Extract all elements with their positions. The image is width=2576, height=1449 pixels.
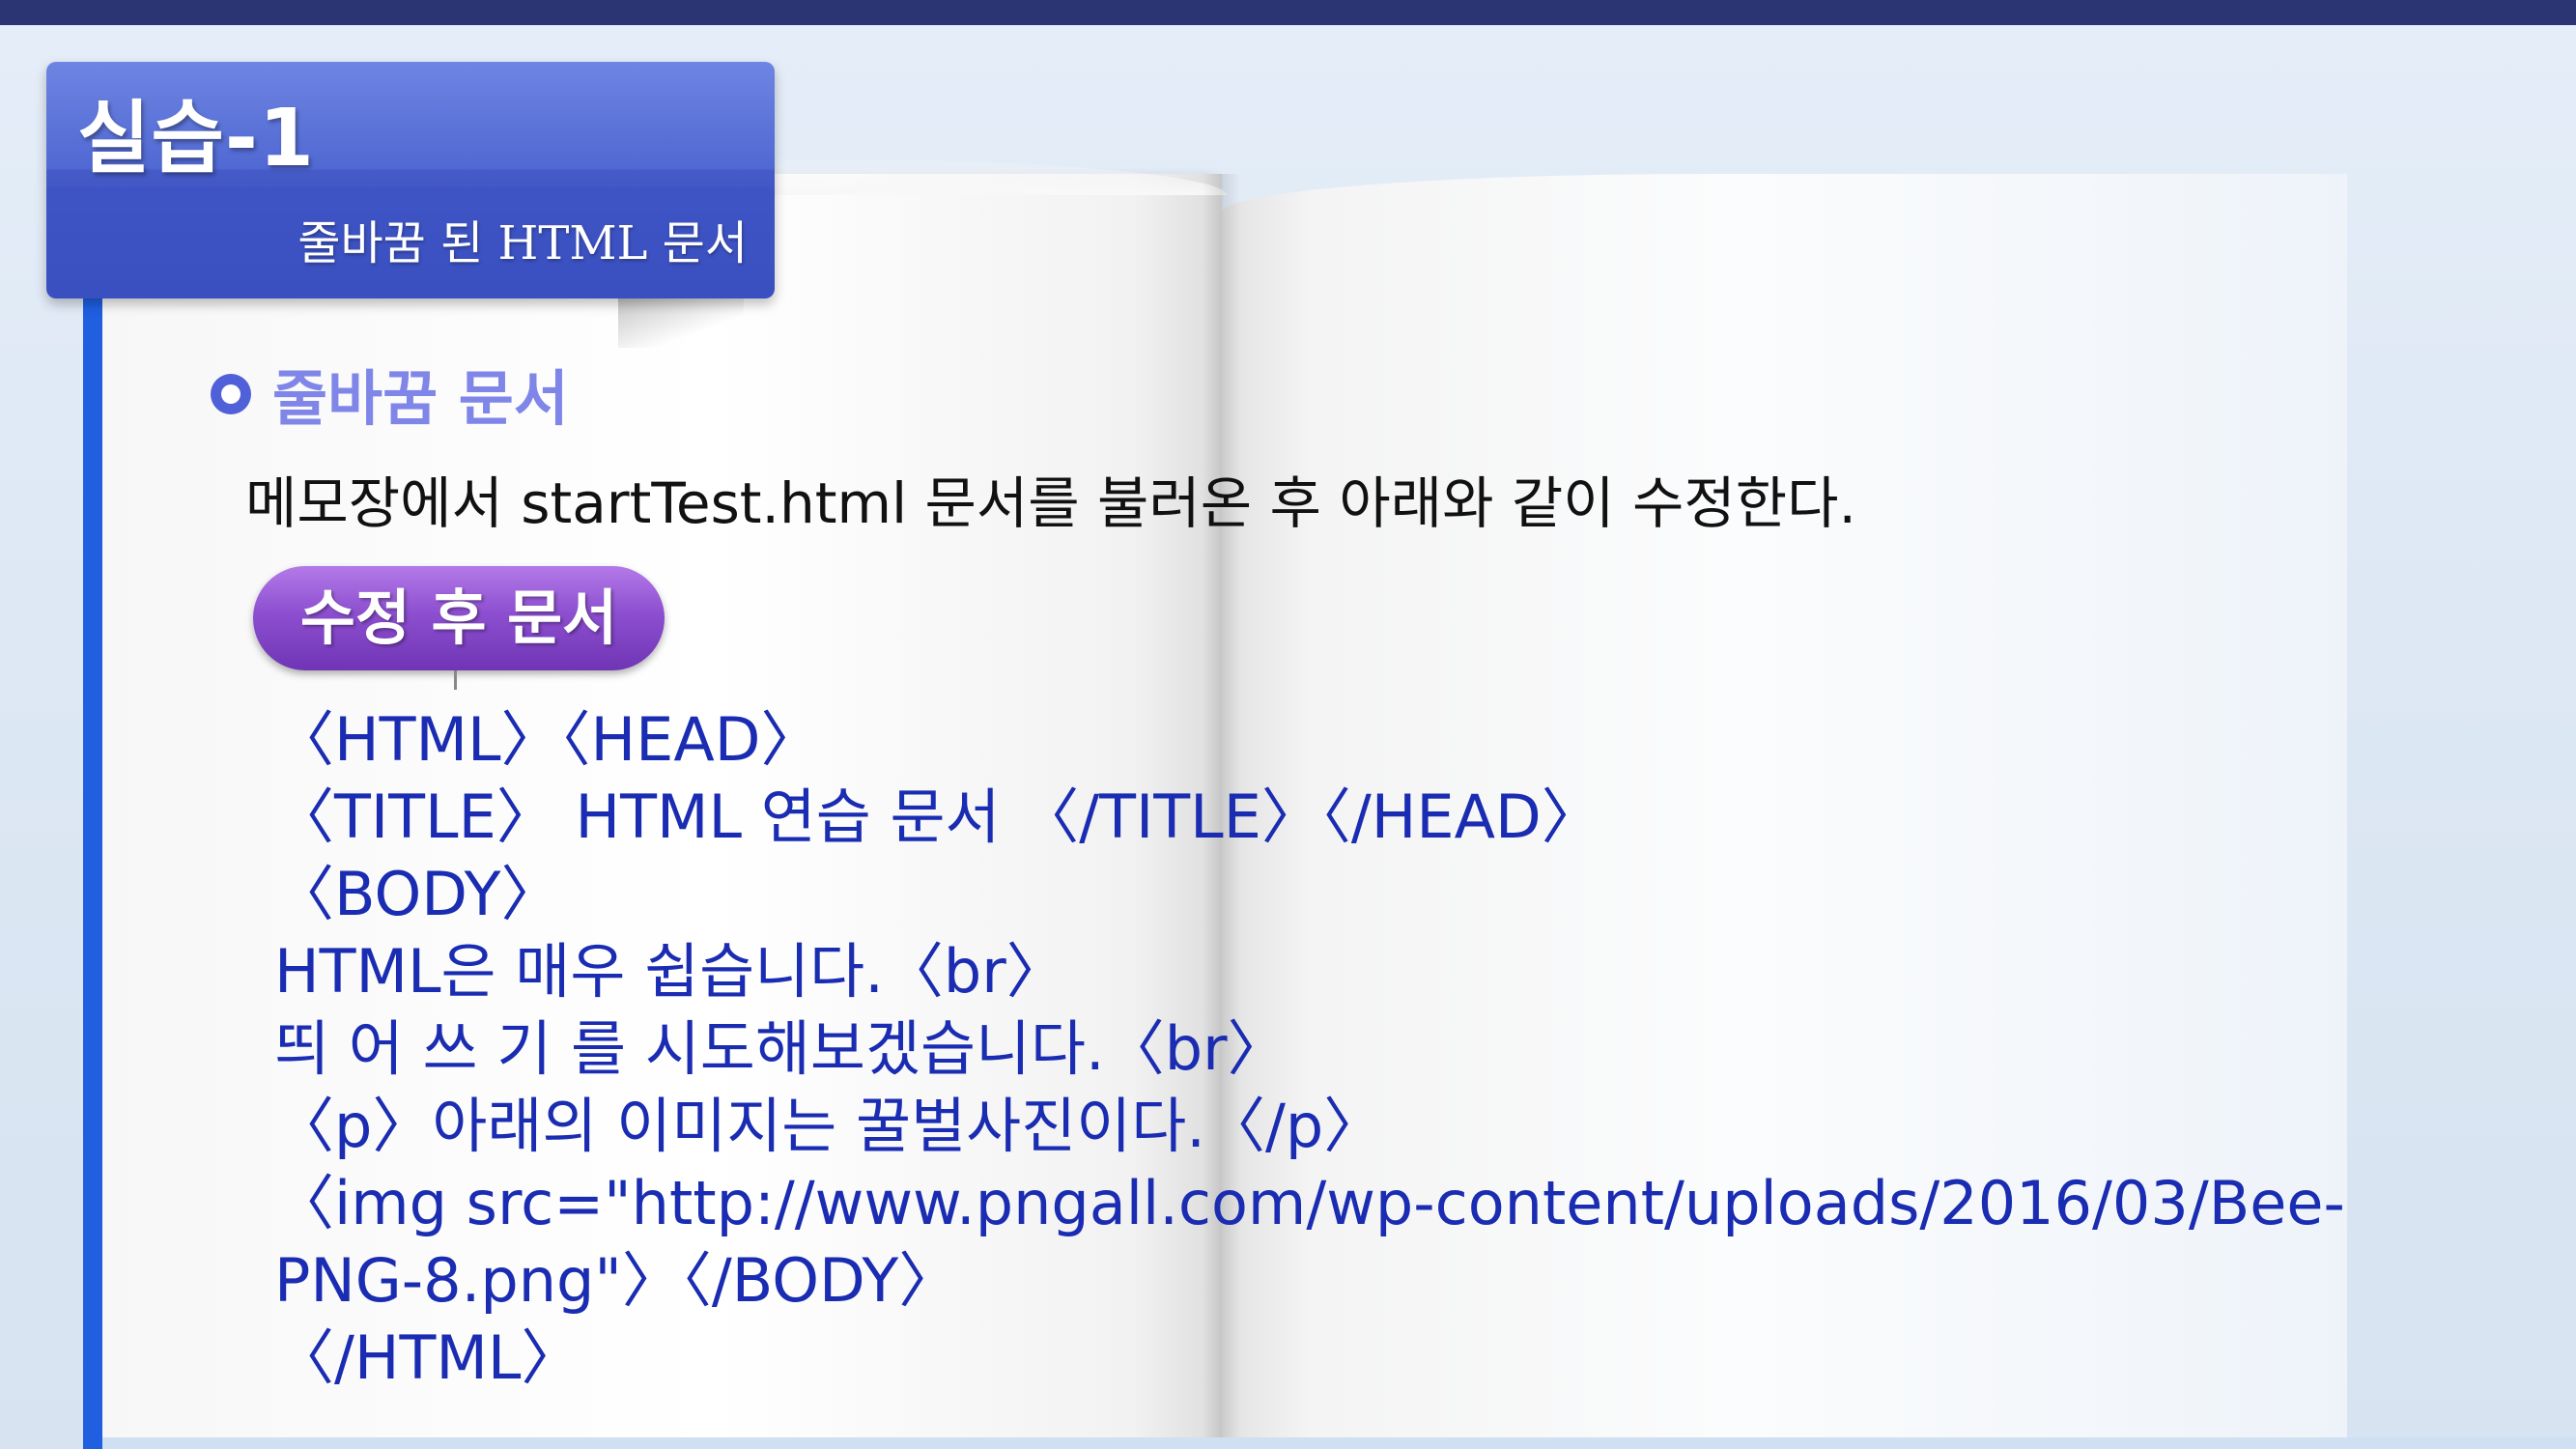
code-line: 〈img src="http://www.pngall.com/wp-conte… — [274, 1168, 2345, 1238]
instruction-text: 메모장에서 startTest.html 문서를 불러온 후 아래와 같이 수정… — [245, 470, 1856, 536]
code-line: 〈p〉아래의 이미지는 꿀벌사진이다.〈/p〉 — [274, 1091, 1384, 1161]
code-line: HTML은 매우 쉽습니다.〈br〉 — [274, 936, 1066, 1007]
top-bar — [0, 0, 2576, 25]
slide-subtitle: 줄바꿈 된 HTML 문서 — [297, 216, 748, 270]
bottom-strip — [102, 1437, 2576, 1449]
left-accent-line — [83, 295, 102, 1449]
title-tab: 실습-1 줄바꿈 된 HTML 문서 — [46, 62, 775, 298]
badge-label: 수정 후 문서 — [299, 582, 618, 653]
code-line: PNG-8.png"〉〈/BODY〉 — [274, 1245, 959, 1316]
code-line: 〈TITLE〉 HTML 연습 문서 〈/TITLE〉〈/HEAD〉 — [274, 781, 1601, 852]
code-line: 〈/HTML〉 — [274, 1322, 581, 1393]
section-heading: 줄바꿈 문서 — [272, 363, 569, 434]
slide-title: 실습-1 — [77, 93, 315, 185]
badge-pointer — [454, 670, 457, 690]
modified-document-badge: 수정 후 문서 — [253, 566, 665, 670]
code-line: 띄 어 쓰 기 를 시도해보겠습니다.〈br〉 — [274, 1013, 1288, 1084]
code-block: 〈HTML〉〈HEAD〉 〈TITLE〉 HTML 연습 문서 〈/TITLE〉… — [274, 701, 2399, 1397]
ring-bullet-icon — [211, 374, 251, 414]
code-line: 〈HTML〉〈HEAD〉 — [274, 704, 821, 775]
tab-shadow — [618, 290, 744, 348]
code-line: 〈BODY〉 — [274, 859, 561, 929]
